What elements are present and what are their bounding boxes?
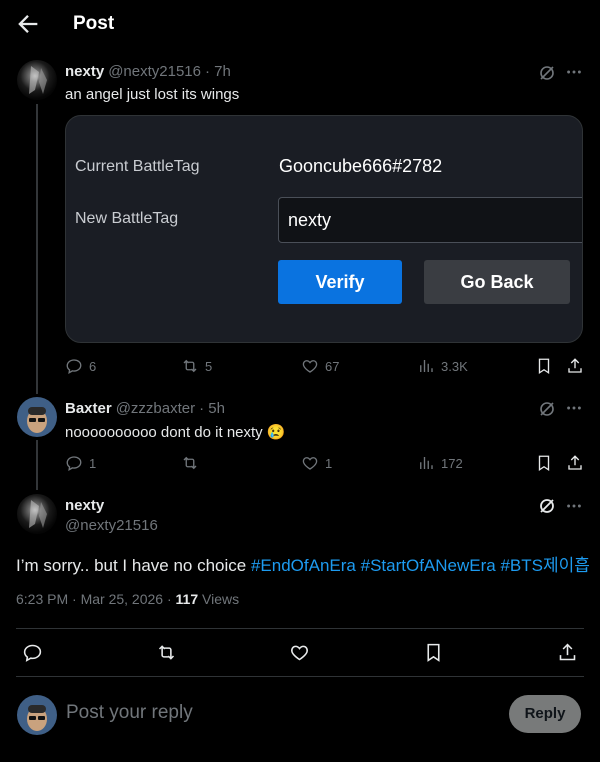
- repost-action[interactable]: 5: [181, 357, 212, 375]
- share-icon[interactable]: [566, 454, 584, 472]
- views-count: 117: [175, 591, 199, 607]
- post-header: Baxter @zzzbaxter · 5h: [65, 400, 225, 417]
- reply-button[interactable]: Reply: [509, 695, 581, 733]
- views-icon: [420, 360, 433, 372]
- avatar: [17, 695, 57, 735]
- post-text: an angel just lost its wings: [65, 86, 240, 103]
- repost-action[interactable]: [181, 454, 205, 472]
- reply-icon: [66, 456, 82, 472]
- share-icon[interactable]: [557, 642, 578, 663]
- views-icon: [420, 457, 433, 469]
- bookmark-icon[interactable]: [535, 454, 553, 472]
- repost-icon: [183, 456, 197, 470]
- bookmark-icon[interactable]: [535, 357, 553, 375]
- divider: [16, 676, 584, 677]
- heart-icon: [302, 457, 318, 470]
- avatar[interactable]: [17, 494, 57, 534]
- repost-icon[interactable]: [156, 642, 177, 663]
- bookmark-icon[interactable]: [423, 642, 444, 663]
- share-icon[interactable]: [566, 357, 584, 375]
- hashtag-link[interactable]: #StartOfANewEra: [361, 556, 496, 575]
- repost-count: 5: [205, 358, 213, 374]
- hashtag-link[interactable]: #EndOfAnEra: [251, 556, 356, 575]
- views-count: 3.3K: [441, 358, 468, 374]
- go-back-button: Go Back: [424, 260, 570, 304]
- current-battletag-label: Current BattleTag: [75, 158, 200, 175]
- divider: [16, 628, 584, 629]
- post-time[interactable]: · 7h: [205, 63, 231, 80]
- author-name[interactable]: nexty: [65, 497, 104, 514]
- like-count: 67: [325, 358, 340, 374]
- views-label: Views: [198, 591, 240, 607]
- thread-line: [36, 104, 38, 394]
- reply-action[interactable]: 6: [65, 357, 96, 375]
- grok-icon[interactable]: [537, 496, 557, 516]
- post-timestamp: 6:23 PM · Mar 25, 2026 · 117 Views: [16, 591, 239, 607]
- more-icon[interactable]: [565, 399, 583, 417]
- like-count: 1: [325, 455, 333, 471]
- author-handle[interactable]: @zzzbaxter: [116, 400, 195, 417]
- views-action[interactable]: 3.3K: [417, 357, 468, 375]
- heart-icon[interactable]: [289, 642, 310, 663]
- back-arrow-icon[interactable]: [14, 10, 42, 38]
- author-name[interactable]: Baxter: [65, 400, 112, 417]
- page-title: Post: [73, 13, 115, 34]
- post-text: I’m sorry.. but I have no choice: [16, 556, 251, 575]
- attached-image[interactable]: Current BattleTag Gooncube666#2782 New B…: [65, 115, 583, 343]
- heart-icon: [302, 360, 318, 373]
- post-text: noooooooooo dont do it nexty 😢: [65, 424, 286, 441]
- reply-input[interactable]: Post your reply: [66, 702, 193, 724]
- more-icon[interactable]: [565, 497, 583, 515]
- grok-icon[interactable]: [537, 63, 557, 83]
- like-action[interactable]: 1: [301, 454, 332, 472]
- header: Post: [0, 0, 600, 48]
- repost-icon: [183, 359, 197, 373]
- new-battletag-input: nexty: [278, 197, 582, 243]
- more-icon[interactable]: [565, 63, 583, 81]
- hashtag-link[interactable]: #BTS제이흡: [500, 556, 589, 575]
- verify-button: Verify: [278, 260, 402, 304]
- avatar[interactable]: [17, 60, 57, 100]
- current-battletag-value: Gooncube666#2782: [279, 156, 443, 176]
- avatar[interactable]: [17, 397, 57, 437]
- reply-count: 6: [89, 358, 97, 374]
- new-battletag-label: New BattleTag: [75, 210, 179, 227]
- views-count: 172: [441, 455, 463, 471]
- views-action[interactable]: 172: [417, 454, 463, 472]
- post-time[interactable]: · 5h: [199, 400, 225, 417]
- author-handle[interactable]: @nexty21516: [108, 63, 201, 80]
- main-post-text: I’m sorry.. but I have no choice #EndOfA…: [16, 551, 590, 576]
- like-action[interactable]: 67: [301, 357, 339, 375]
- reply-count: 1: [89, 455, 97, 471]
- reply-action[interactable]: 1: [65, 454, 96, 472]
- thread-line: [36, 440, 38, 490]
- reply-icon[interactable]: [22, 642, 43, 663]
- reply-icon: [66, 359, 82, 375]
- post-header: nexty @nexty21516 · 7h: [65, 63, 231, 80]
- author-name[interactable]: nexty: [65, 63, 104, 80]
- author-handle[interactable]: @nexty21516: [65, 517, 158, 534]
- grok-icon[interactable]: [537, 399, 557, 419]
- post-time[interactable]: 6:23 PM · Mar 25, 2026 ·: [16, 591, 176, 607]
